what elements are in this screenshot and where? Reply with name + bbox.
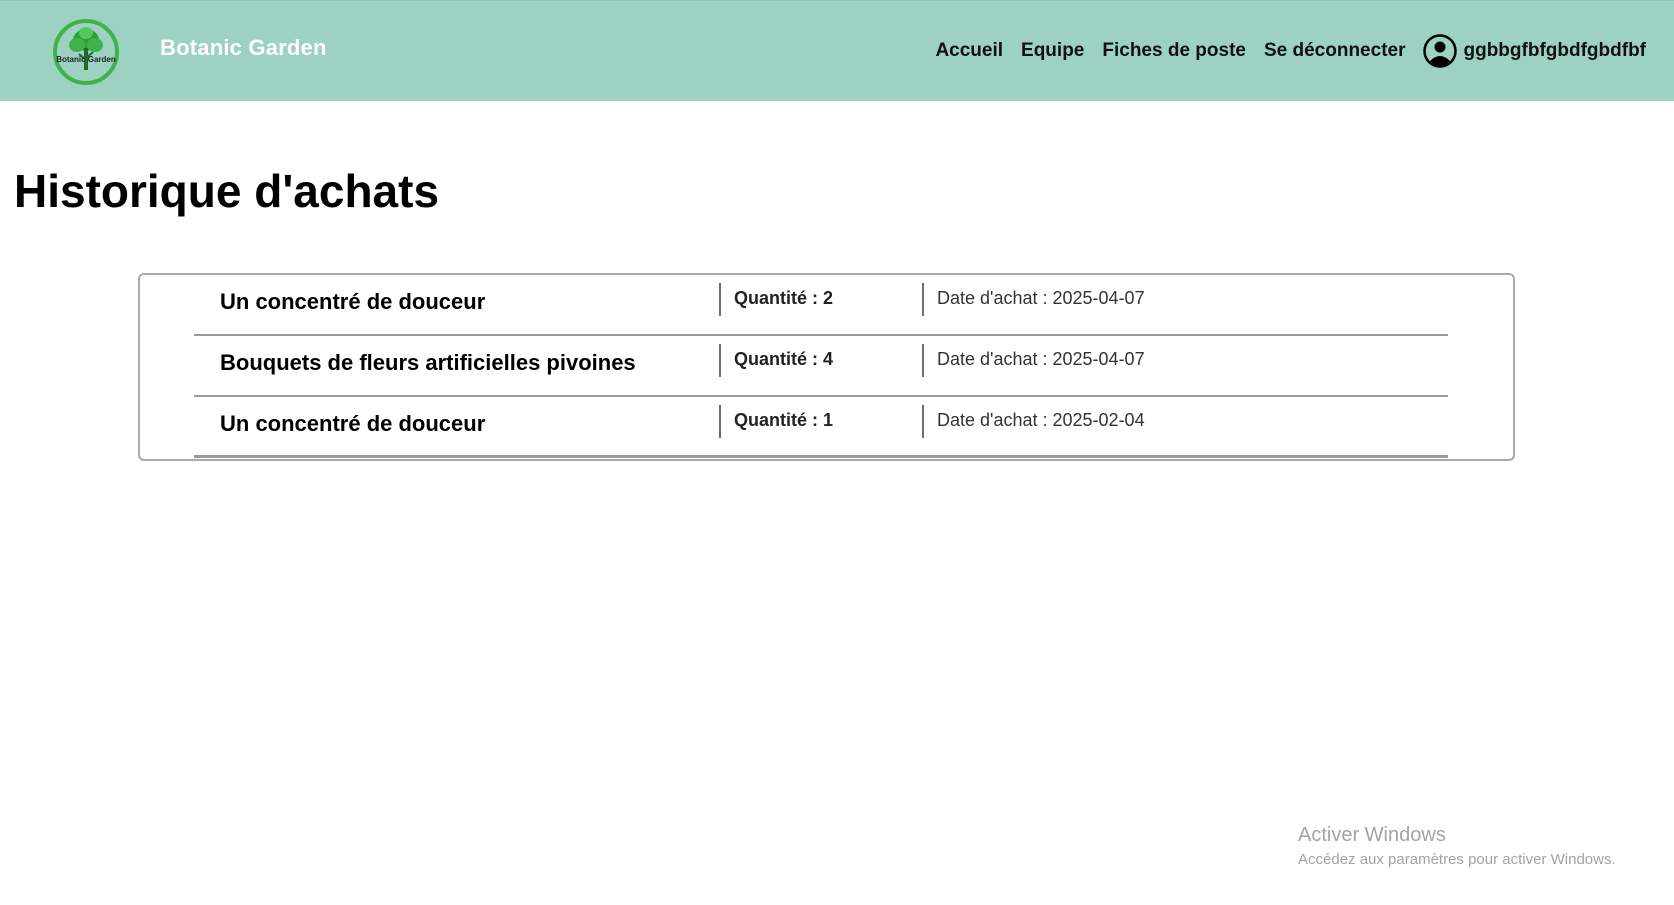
nav-equipe[interactable]: Equipe	[1021, 40, 1084, 62]
page-title: Historique d'achats	[14, 165, 440, 217]
column-divider	[719, 405, 721, 438]
tree-logo-icon: Botanic Garden	[53, 19, 119, 85]
purchase-quantity: Quantité : 1	[734, 410, 834, 430]
purchase-quantity: Quantité : 4	[734, 349, 834, 369]
brand-name[interactable]: Botanic Garden	[160, 35, 327, 61]
purchase-quantity: Quantité : 2	[734, 288, 834, 308]
user-profile[interactable]: ggbbgfbfgbdfgbdfbf	[1423, 34, 1646, 68]
product-name: Un concentré de douceur	[220, 289, 486, 314]
watermark-title: Activer Windows	[1298, 824, 1446, 846]
logo-text: Botanic Garden	[56, 55, 116, 64]
column-divider	[922, 283, 924, 316]
nav-links: Accueil Equipe Fiches de poste Se déconn…	[935, 34, 1646, 68]
purchase-date: Date d'achat : 2025-04-07	[937, 288, 1145, 308]
purchase-row: Un concentré de douceur Quantité : 1 Dat…	[194, 397, 1448, 458]
product-name: Un concentré de douceur	[220, 411, 486, 436]
nav-se-deconnecter[interactable]: Se déconnecter	[1264, 40, 1406, 62]
product-name: Bouquets de fleurs artificielles pivoine…	[220, 350, 636, 375]
purchase-date: Date d'achat : 2025-02-04	[937, 410, 1145, 430]
windows-activation-watermark: Activer Windows Accédez aux paramètres p…	[1298, 824, 1616, 868]
purchase-date: Date d'achat : 2025-04-07	[937, 349, 1145, 369]
purchase-history-list: Un concentré de douceur Quantité : 2 Dat…	[138, 273, 1515, 461]
column-divider	[922, 405, 924, 438]
user-name: ggbbgfbfgbdfgbdfbf	[1463, 40, 1646, 61]
watermark-subtitle: Accédez aux paramètres pour activer Wind…	[1298, 851, 1616, 868]
botanic-garden-logo[interactable]: Botanic Garden	[52, 18, 120, 86]
column-divider	[719, 283, 721, 316]
top-navbar: Botanic Garden Botanic Garden Accueil Eq…	[0, 0, 1674, 101]
nav-accueil[interactable]: Accueil	[935, 40, 1003, 62]
purchase-row: Un concentré de douceur Quantité : 2 Dat…	[194, 275, 1448, 336]
purchase-row: Bouquets de fleurs artificielles pivoine…	[194, 336, 1448, 397]
nav-fiches-de-poste[interactable]: Fiches de poste	[1102, 40, 1246, 62]
column-divider	[719, 344, 721, 377]
user-circle-icon	[1423, 34, 1458, 68]
column-divider	[922, 344, 924, 377]
